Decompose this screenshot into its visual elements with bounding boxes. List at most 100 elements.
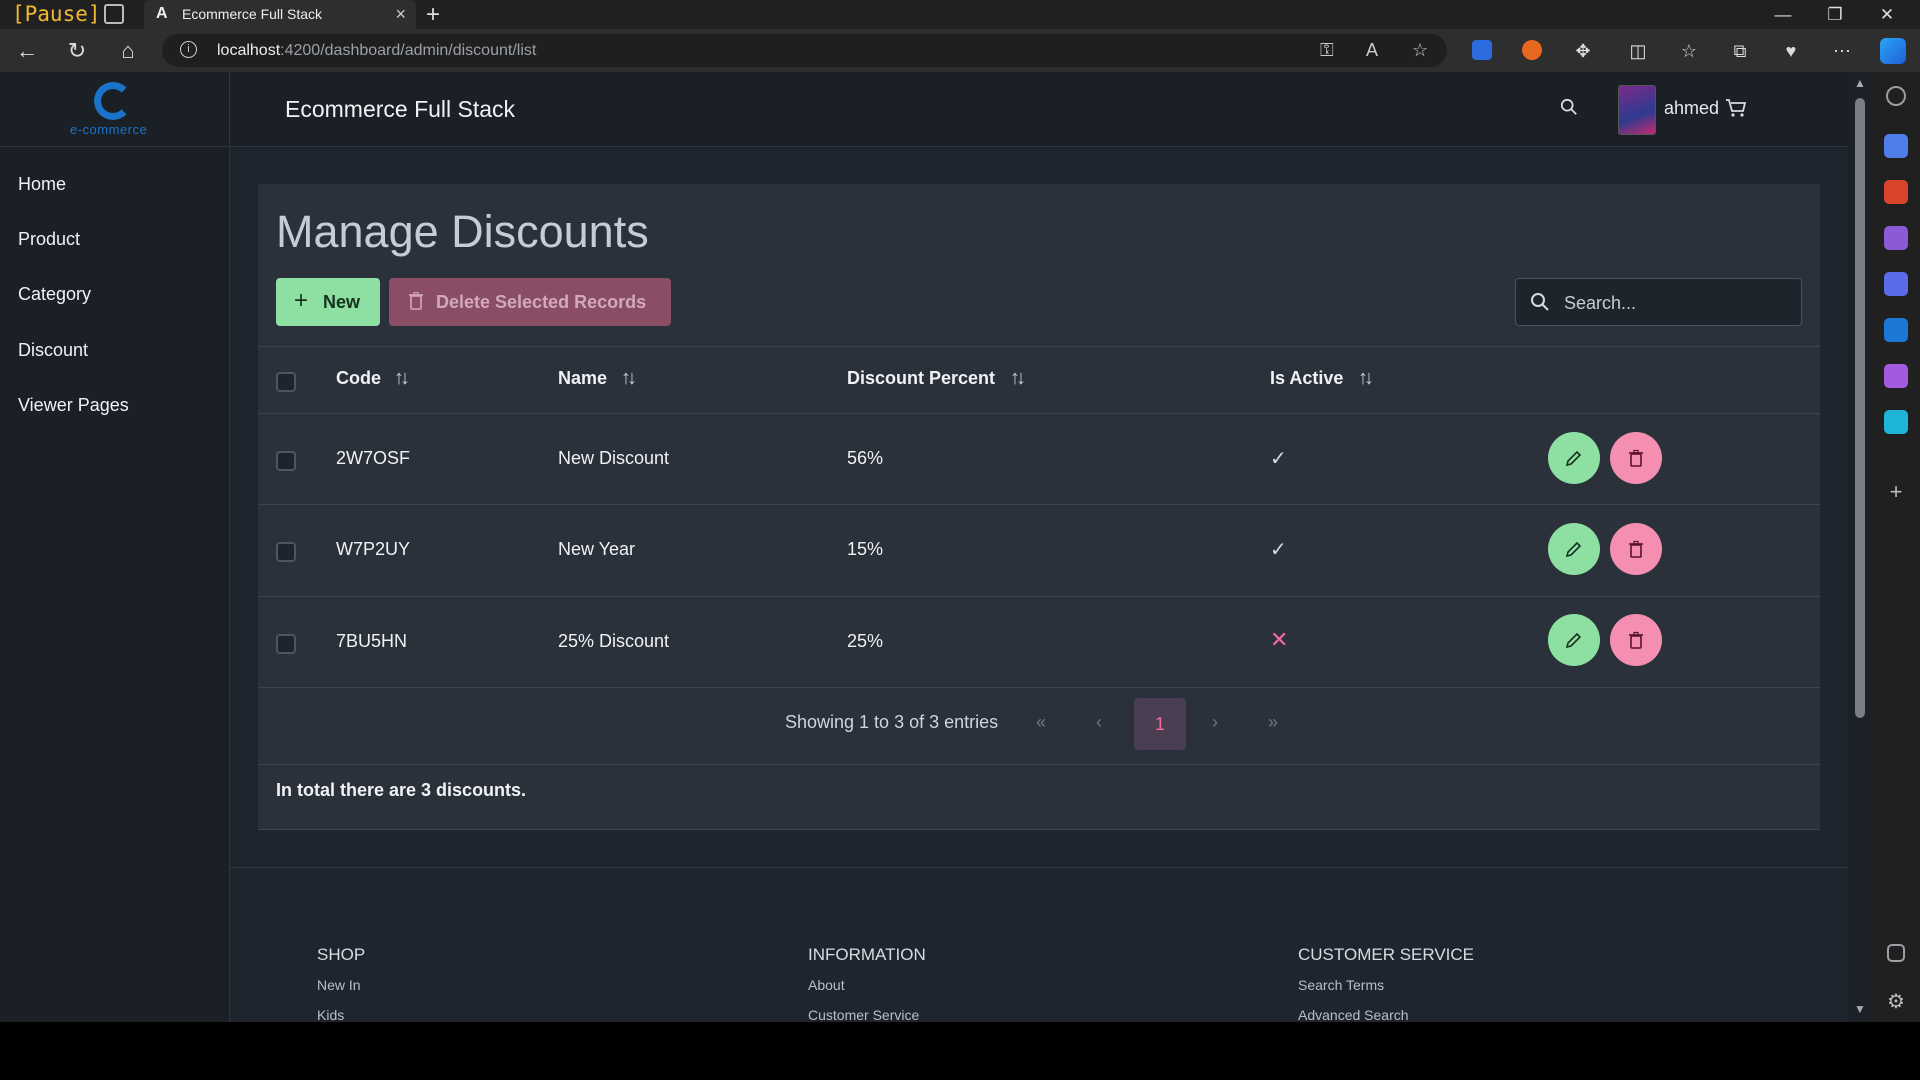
delete-selected-button[interactable]: Delete Selected Records	[389, 278, 671, 326]
site-info-icon[interactable]: i	[180, 41, 197, 58]
edge-sidebar: + ⚙	[1872, 72, 1920, 1022]
edge-copilot-icon[interactable]	[1884, 272, 1908, 296]
new-button[interactable]: + New	[276, 278, 380, 326]
avatar[interactable]	[1618, 85, 1656, 135]
logo-mark	[94, 82, 132, 120]
delete-button[interactable]	[1610, 614, 1662, 666]
footer-link[interactable]: Search Terms	[1298, 977, 1384, 993]
cart-icon[interactable]	[1725, 98, 1747, 118]
logo[interactable]: e-commerce	[70, 80, 160, 140]
page-scrollbar[interactable]: ▲ ▼	[1848, 72, 1872, 1022]
edit-button[interactable]	[1548, 432, 1600, 484]
footer-title-information: INFORMATION	[808, 945, 926, 964]
edge-shopping-icon[interactable]	[1884, 134, 1908, 158]
delete-button[interactable]	[1610, 432, 1662, 484]
row-checkbox[interactable]	[276, 542, 296, 562]
new-tab-icon[interactable]: +	[426, 0, 440, 29]
extension-pen-icon[interactable]	[1472, 40, 1492, 60]
select-all-checkbox[interactable]	[276, 372, 296, 392]
restore-icon[interactable]: ❐	[1810, 0, 1860, 29]
column-header-name[interactable]: Name	[558, 368, 607, 389]
edge-add-icon[interactable]: +	[1884, 480, 1908, 504]
row-checkbox[interactable]	[276, 451, 296, 471]
sort-icon[interactable]: ↑↓	[1358, 367, 1374, 390]
tab-actions-icon[interactable]	[104, 4, 124, 24]
scroll-up-icon[interactable]: ▲	[1854, 76, 1866, 90]
sort-icon[interactable]: ↑↓	[394, 367, 410, 390]
edge-settings-icon[interactable]: ⚙	[1884, 990, 1908, 1014]
sidebar-item-viewer-pages[interactable]: Viewer Pages	[18, 395, 129, 416]
sidebar-item-product[interactable]: Product	[18, 229, 80, 250]
extensions-puzzle-icon[interactable]: ✥	[1569, 37, 1597, 65]
pagination-summary: Showing 1 to 3 of 3 entries	[785, 712, 999, 732]
copilot-icon[interactable]	[1880, 38, 1906, 64]
edit-button[interactable]	[1548, 614, 1600, 666]
url-path: :4200/dashboard/admin/discount/list	[280, 42, 537, 59]
check-icon: ✓	[1270, 539, 1287, 561]
footer-title-shop: SHOP	[317, 945, 366, 964]
username[interactable]: ahmed	[1664, 98, 1719, 119]
collections-icon[interactable]: ⧉	[1726, 37, 1754, 65]
footer-divider	[230, 867, 1848, 868]
edge-drop-icon[interactable]	[1884, 410, 1908, 434]
url-field[interactable]: i localhost:4200/dashboard/admin/discoun…	[162, 34, 1447, 67]
edge-search-icon[interactable]	[1886, 86, 1906, 106]
table-top-border	[258, 346, 1820, 347]
minimize-icon[interactable]: —	[1758, 0, 1808, 29]
table-header-border	[258, 413, 1820, 414]
edge-games-icon[interactable]	[1884, 226, 1908, 250]
last-page-icon[interactable]: »	[1268, 712, 1278, 733]
delete-button[interactable]	[1610, 523, 1662, 575]
edge-tools-icon[interactable]	[1884, 180, 1908, 204]
favorite-star-icon[interactable]: ☆	[1412, 40, 1428, 61]
prev-page-icon[interactable]: ‹	[1096, 712, 1102, 733]
page-title: Manage Discounts	[276, 206, 649, 257]
footer-link[interactable]: Advanced Search	[1298, 1007, 1409, 1022]
cell-code: 2W7OSF	[336, 448, 411, 468]
column-header-code[interactable]: Code	[336, 368, 381, 389]
footer-link[interactable]: About	[808, 977, 845, 993]
home-icon[interactable]: ⌂	[114, 37, 142, 65]
column-header-discount-percent[interactable]: Discount Percent	[847, 368, 995, 389]
edge-designer-icon[interactable]	[1884, 364, 1908, 388]
sidebar-item-discount[interactable]: Discount	[18, 340, 88, 361]
first-page-icon[interactable]: «	[1036, 712, 1046, 733]
footer-link[interactable]: Kids	[317, 1007, 344, 1022]
edge-outlook-icon[interactable]	[1884, 318, 1908, 342]
footer-link[interactable]: Customer Service	[808, 1007, 919, 1022]
page-button-current[interactable]: 1	[1134, 698, 1186, 750]
next-page-icon[interactable]: ›	[1212, 712, 1218, 733]
cell-name: New Year	[558, 539, 636, 559]
scroll-down-icon[interactable]: ▼	[1854, 1002, 1866, 1016]
window-close-icon[interactable]: ✕	[1862, 0, 1912, 29]
header-search-icon[interactable]	[1560, 98, 1578, 116]
extension-orange-icon[interactable]	[1522, 40, 1542, 60]
url-text: localhost:4200/dashboard/admin/discount/…	[217, 42, 536, 60]
sidebar-item-home[interactable]: Home	[18, 174, 66, 195]
back-icon[interactable]: ←	[13, 37, 41, 65]
sort-icon[interactable]: ↑↓	[1010, 367, 1026, 390]
row-checkbox[interactable]	[276, 634, 296, 654]
browser-essentials-icon[interactable]: ♥	[1777, 37, 1805, 65]
scroll-thumb[interactable]	[1855, 98, 1865, 718]
edge-sidebar-toggle-icon[interactable]	[1887, 944, 1905, 962]
browser-tab[interactable]: A Ecommerce Full Stack ×	[144, 0, 416, 29]
pencil-icon	[1565, 632, 1582, 649]
sidebar-item-category[interactable]: Category	[18, 284, 91, 305]
search-input[interactable]	[1562, 289, 1786, 317]
key-icon[interactable]: ⚿	[1320, 40, 1334, 61]
angular-favicon-icon: A	[156, 5, 168, 22]
favorites-icon[interactable]: ☆	[1675, 37, 1703, 65]
refresh-icon[interactable]: ↻	[63, 37, 91, 65]
more-menu-icon[interactable]: ⋯	[1828, 37, 1856, 65]
row-divider	[258, 687, 1820, 688]
column-header-is-active[interactable]: Is Active	[1270, 368, 1343, 389]
read-aloud-icon[interactable]: A	[1366, 40, 1378, 61]
sort-icon[interactable]: ↑↓	[621, 367, 637, 390]
sidebar-divider	[0, 146, 229, 147]
tab-close-icon[interactable]: ×	[395, 4, 406, 25]
brand-title[interactable]: Ecommerce Full Stack	[285, 96, 515, 123]
footer-link[interactable]: New In	[317, 977, 361, 993]
split-screen-icon[interactable]: ◫	[1624, 37, 1652, 65]
edit-button[interactable]	[1548, 523, 1600, 575]
